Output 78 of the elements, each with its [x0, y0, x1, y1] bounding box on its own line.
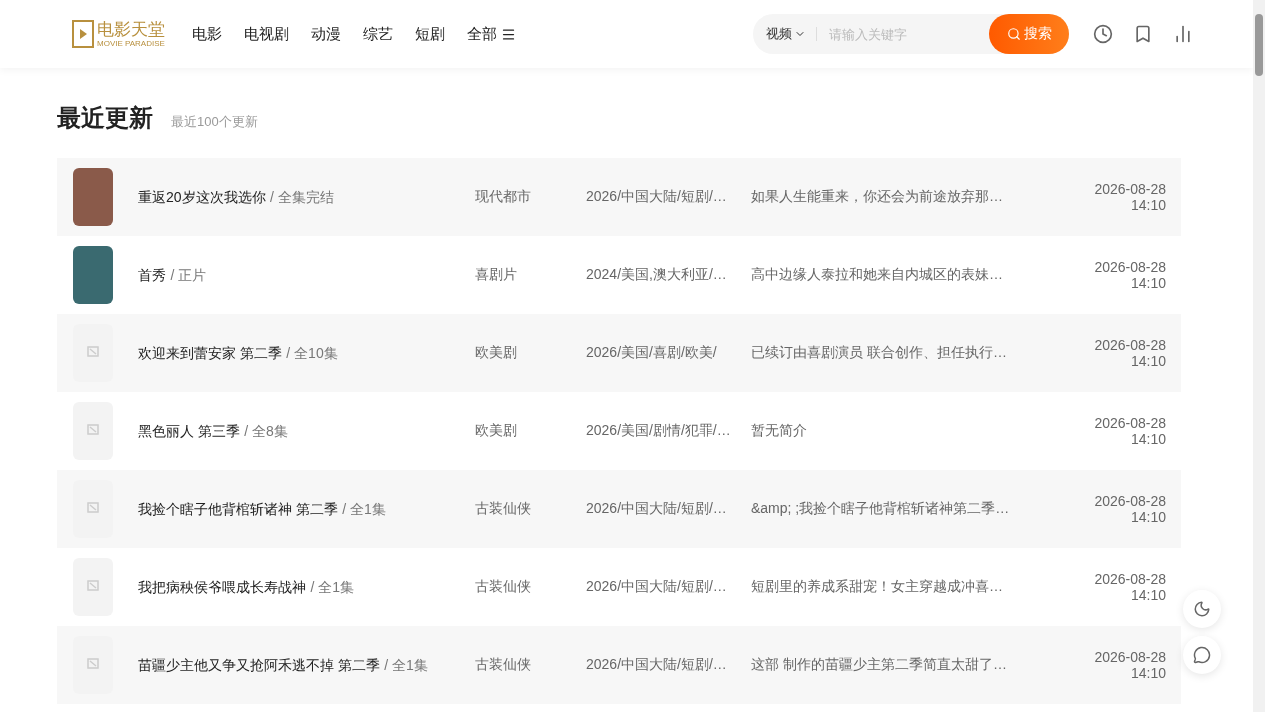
message-icon [1193, 646, 1211, 664]
item-title[interactable]: 首秀 [138, 266, 166, 283]
logo-placeholder-icon [87, 346, 99, 360]
description-text: 如果人生能重来，你还会为前途放弃那… [751, 188, 1004, 206]
description-text: 暂无简介 [751, 422, 808, 440]
logo-placeholder-icon [87, 580, 99, 594]
logo-placeholder-icon [87, 424, 99, 438]
info-text: 2026/中国大陆/短剧/… [586, 188, 728, 206]
item-status: / 全10集 [286, 344, 338, 361]
info-text: 2026/中国大陆/短剧/… [586, 656, 728, 674]
nav-link[interactable]: 短剧 [415, 24, 445, 44]
update-date: 2026-08-28 [1094, 181, 1166, 197]
genre-text: 古装仙侠 [475, 656, 532, 674]
item-status: / 全1集 [342, 500, 386, 517]
nav-link[interactable]: 动漫 [311, 24, 341, 44]
logo-placeholder-icon [87, 502, 99, 516]
genre-text: 现代都市 [475, 188, 532, 206]
film-play-icon [72, 20, 94, 48]
genre-text: 欧美剧 [475, 422, 518, 440]
update-row[interactable]: 欢迎来到蕾安家 第二季 / 全10集 欧美剧 2026/美国/喜剧/欧美/ 已续订由喜剧演员 联合创作、担任执行… 2026-08-28 14:10 [57, 314, 1181, 392]
section-title: 最近更新 [57, 103, 153, 133]
update-time: 14:10 [1130, 509, 1166, 525]
dark-mode-button[interactable] [1183, 590, 1221, 628]
update-date: 2026-08-28 [1094, 337, 1166, 353]
info-text: 2026/中国大陆/短剧/… [586, 500, 728, 518]
logo-title: 电影天堂 [97, 20, 165, 39]
update-date: 2026-08-28 [1094, 571, 1166, 587]
update-date: 2026-08-28 [1094, 649, 1166, 665]
item-status: / 全1集 [384, 656, 428, 673]
genre-text: 欧美剧 [475, 344, 518, 362]
bar-chart-icon[interactable] [1173, 24, 1193, 44]
update-time: 14:10 [1130, 353, 1166, 369]
item-title[interactable]: 重返20岁这次我选你 [138, 188, 266, 205]
item-status: / 正片 [170, 266, 207, 283]
update-time: 14:10 [1130, 431, 1166, 447]
genre-text: 喜剧片 [475, 266, 518, 284]
item-title[interactable]: 我捡个瞎子他背棺斩诸神 第二季 [138, 500, 338, 517]
genre-text: 古装仙侠 [475, 500, 532, 518]
description-text: 高中边缘人泰拉和她来自内城区的表妹… [751, 266, 1004, 284]
nav-link[interactable]: 电视剧 [244, 24, 289, 44]
logo-subtitle: MOVIE PARADISE [97, 38, 165, 48]
description-text: &amp; ;我捡个瞎子他背棺斩诸神第二季… [751, 500, 1011, 518]
section-subtitle: 最近100个更新 [171, 113, 258, 131]
update-time: 14:10 [1130, 587, 1166, 603]
update-date: 2026-08-28 [1094, 259, 1166, 275]
description-text: 这部 制作的苗疆少主第二季简直太甜了… [751, 656, 1008, 674]
description-text: 短剧里的养成系甜宠！女主穿越成冲喜… [751, 578, 1004, 596]
category-dropdown[interactable]: 视频 [753, 25, 816, 43]
nav-link[interactable]: 综艺 [363, 24, 393, 44]
update-time: 14:10 [1130, 275, 1166, 291]
message-button[interactable] [1183, 636, 1221, 674]
info-text: 2026/美国/喜剧/欧美/ [586, 344, 718, 362]
nav-link[interactable]: 全部 [467, 24, 516, 44]
update-time: 14:10 [1130, 197, 1166, 213]
item-title[interactable]: 苗疆少主他又争又抢阿禾逃不掉 第二季 [138, 656, 380, 673]
item-title[interactable]: 黑色丽人 第三季 [138, 422, 240, 439]
item-status: / 全集完结 [270, 188, 334, 205]
update-date: 2026-08-28 [1094, 415, 1166, 431]
item-status: / 全1集 [310, 578, 355, 595]
search-icon [1006, 27, 1021, 41]
info-text: 2026/中国大陆/短剧/… [586, 578, 728, 596]
genre-text: 古装仙侠 [475, 578, 532, 596]
item-title[interactable]: 欢迎来到蕾安家 第二季 [138, 344, 282, 361]
description-text: 已续订由喜剧演员 联合创作、担任执行… [751, 344, 1008, 362]
nav-link[interactable]: 电影 [192, 24, 222, 44]
update-time: 14:10 [1130, 665, 1166, 681]
info-text: 2024/美国,澳大利亚/… [586, 266, 728, 284]
item-status: / 全8集 [244, 422, 288, 439]
moon-icon [1193, 600, 1211, 618]
logo-placeholder-icon [87, 658, 99, 672]
history-icon[interactable] [1093, 24, 1113, 44]
update-row[interactable]: 重返20岁这次我选你 / 全集完结 现代都市 2026/中国大陆/短剧/… 如果人生能重来，你还会为前途放弃那… 2026-08-28 14:10 [57, 158, 1181, 236]
bookmark-icon[interactable] [1133, 24, 1153, 44]
info-text: 2026/美国/剧情/犯罪/… [586, 422, 732, 440]
update-row[interactable]: 苗疆少主他又争又抢阿禾逃不掉 第二季 / 全1集 古装仙侠 2026/中国大陆/短剧/… 这部 制作的苗疆少主第二季简直太甜了… 2026-08-28 14:10 [57, 626, 1181, 704]
update-row[interactable]: 我捡个瞎子他背棺斩诸神 第二季 / 全1集 古装仙侠 2026/中国大陆/短剧/… &amp; ;我捡个瞎子他背棺斩诸神第二季… 2026-08-28 14:10 [57, 470, 1181, 548]
item-title[interactable]: 我把病秧侯爷喂成长寿战神 [138, 578, 306, 595]
update-date: 2026-08-28 [1094, 493, 1166, 509]
